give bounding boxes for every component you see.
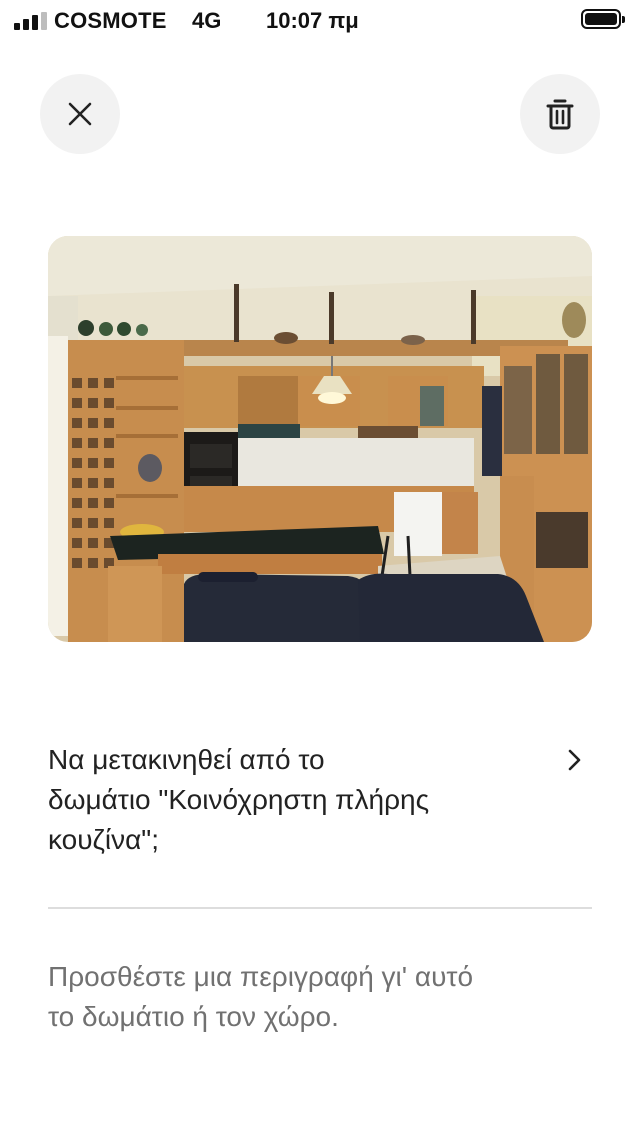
trash-icon [546,99,574,130]
close-icon [68,102,92,126]
room-photo[interactable] [48,236,592,642]
battery-icon [581,9,625,29]
carrier-name: COSMOTE [54,8,167,33]
close-button[interactable] [40,74,120,154]
description-input[interactable]: Προσθέστε μια περιγραφή γι' αυτό το δωμά… [48,957,592,1037]
chevron-right-icon [568,749,581,771]
divider [48,907,592,909]
status-bar: COSMOTE 4G 10:07 πμ [0,0,640,40]
move-room-text: Να μετακινηθεί από το δωμάτιο "Κοινόχρησ… [48,744,430,855]
move-room-row[interactable]: Να μετακινηθεί από το δωμάτιο "Κοινόχρησ… [48,740,592,860]
clock: 10:07 πμ [266,8,359,33]
delete-button[interactable] [520,74,600,154]
network-type: 4G [192,8,222,33]
signal-strength-icon [14,12,48,30]
